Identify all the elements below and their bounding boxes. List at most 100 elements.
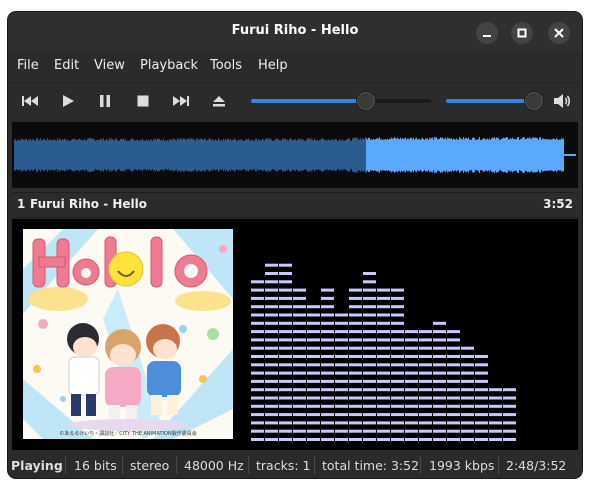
waveform-sample	[531, 139, 532, 171]
menu-tools[interactable]: Tools	[210, 58, 242, 73]
waveform-sample	[279, 139, 280, 171]
waveform-sample	[210, 139, 211, 171]
waveform-sample	[126, 140, 127, 170]
waveform-sample	[454, 138, 455, 172]
waveform-sample	[471, 139, 472, 171]
waveform-sample	[166, 140, 167, 170]
waveform-sample	[158, 138, 159, 172]
waveform-sample	[227, 138, 228, 172]
waveform-sample	[114, 140, 115, 170]
menu-playback[interactable]: Playback	[140, 58, 198, 73]
waveform-sample	[517, 137, 518, 173]
waveform-sample	[523, 137, 524, 173]
waveform-sample	[257, 140, 258, 170]
volume-slider-handle[interactable]	[524, 91, 545, 111]
waveform-sample	[109, 138, 110, 172]
waveform-sample	[412, 139, 413, 171]
waveform-sample	[522, 137, 523, 173]
waveform-sample	[338, 140, 339, 170]
waveform-sample	[192, 139, 193, 171]
waveform-sample	[328, 139, 329, 171]
waveform-sample	[29, 140, 30, 170]
seek-slider-handle[interactable]	[356, 91, 377, 111]
waveform-sample	[551, 139, 552, 171]
previous-button[interactable]	[19, 91, 41, 111]
waveform-sample	[177, 138, 178, 172]
waveform-sample	[314, 138, 315, 172]
menu-edit[interactable]: Edit	[54, 58, 79, 73]
skip-next-icon	[173, 96, 189, 106]
waveform-sample	[106, 139, 107, 171]
waveform-sample	[515, 139, 516, 171]
waveform-sample	[402, 138, 403, 172]
waveform-sample	[196, 138, 197, 172]
waveform-sample	[457, 139, 458, 171]
menu-help[interactable]: Help	[258, 58, 288, 73]
waveform-seekbar[interactable]	[12, 122, 578, 188]
waveform-sample	[559, 139, 560, 171]
waveform-sample	[353, 138, 354, 172]
spectrum-bar	[265, 263, 278, 441]
minimize-button[interactable]	[476, 22, 498, 44]
waveform-sample	[433, 139, 434, 171]
seek-slider[interactable]	[251, 91, 431, 111]
waveform-sample	[62, 139, 63, 171]
waveform-sample	[22, 139, 23, 171]
waveform-sample	[459, 137, 460, 173]
waveform-sample	[503, 137, 504, 173]
menu-file[interactable]: File	[17, 58, 39, 73]
waveform-sample	[326, 139, 327, 171]
waveform-sample	[188, 138, 189, 172]
waveform-sample	[154, 139, 155, 171]
waveform-sample	[146, 139, 147, 171]
waveform-sample	[423, 139, 424, 171]
waveform-sample	[362, 138, 363, 172]
status-total-time: total time: 3:52	[322, 458, 420, 473]
waveform-sample	[163, 138, 164, 172]
waveform-sample	[135, 140, 136, 170]
mute-button[interactable]	[551, 91, 573, 111]
play-button[interactable]	[57, 91, 79, 111]
spectrum-bar	[321, 288, 334, 441]
next-button[interactable]	[170, 91, 192, 111]
waveform-sample	[129, 140, 130, 170]
waveform-sample	[153, 138, 154, 172]
waveform-sample	[111, 138, 112, 172]
waveform-sample	[228, 139, 229, 171]
waveform-sample	[187, 138, 188, 172]
title-bar[interactable]: Furui Riho - Hello	[8, 12, 582, 52]
waveform-sample	[370, 139, 371, 171]
waveform-sample	[439, 138, 440, 172]
volume-slider[interactable]	[446, 91, 545, 111]
waveform-sample	[397, 137, 398, 173]
waveform-sample	[401, 139, 402, 171]
waveform-sample	[403, 138, 404, 172]
pause-button[interactable]	[94, 91, 116, 111]
waveform-sample	[172, 139, 173, 171]
waveform-sample	[294, 139, 295, 171]
menu-view[interactable]: View	[94, 58, 125, 73]
waveform-sample	[179, 139, 180, 171]
stop-button[interactable]	[132, 91, 154, 111]
current-track-row[interactable]: 1 Furui Riho - Hello 3:52	[12, 192, 578, 218]
waveform-sample	[98, 140, 99, 170]
close-button[interactable]	[548, 22, 570, 44]
waveform-sample	[554, 138, 555, 172]
waveform-sample	[276, 139, 277, 171]
waveform-sample	[263, 139, 264, 171]
waveform-sample	[404, 138, 405, 172]
waveform-sample	[504, 138, 505, 172]
waveform-sample	[473, 137, 474, 173]
waveform-sample	[350, 140, 351, 170]
waveform-sample	[102, 140, 103, 170]
waveform-sample	[54, 139, 55, 171]
waveform-sample	[307, 138, 308, 172]
waveform-sample	[274, 140, 275, 170]
player-window: Furui Riho - Hello File Edit View Playba…	[8, 12, 582, 478]
waveform-sample	[87, 138, 88, 172]
waveform-sample	[502, 138, 503, 172]
spectrum-bar	[503, 388, 516, 441]
waveform-sample	[20, 140, 21, 170]
maximize-button[interactable]	[511, 22, 533, 44]
eject-button[interactable]	[208, 91, 230, 111]
